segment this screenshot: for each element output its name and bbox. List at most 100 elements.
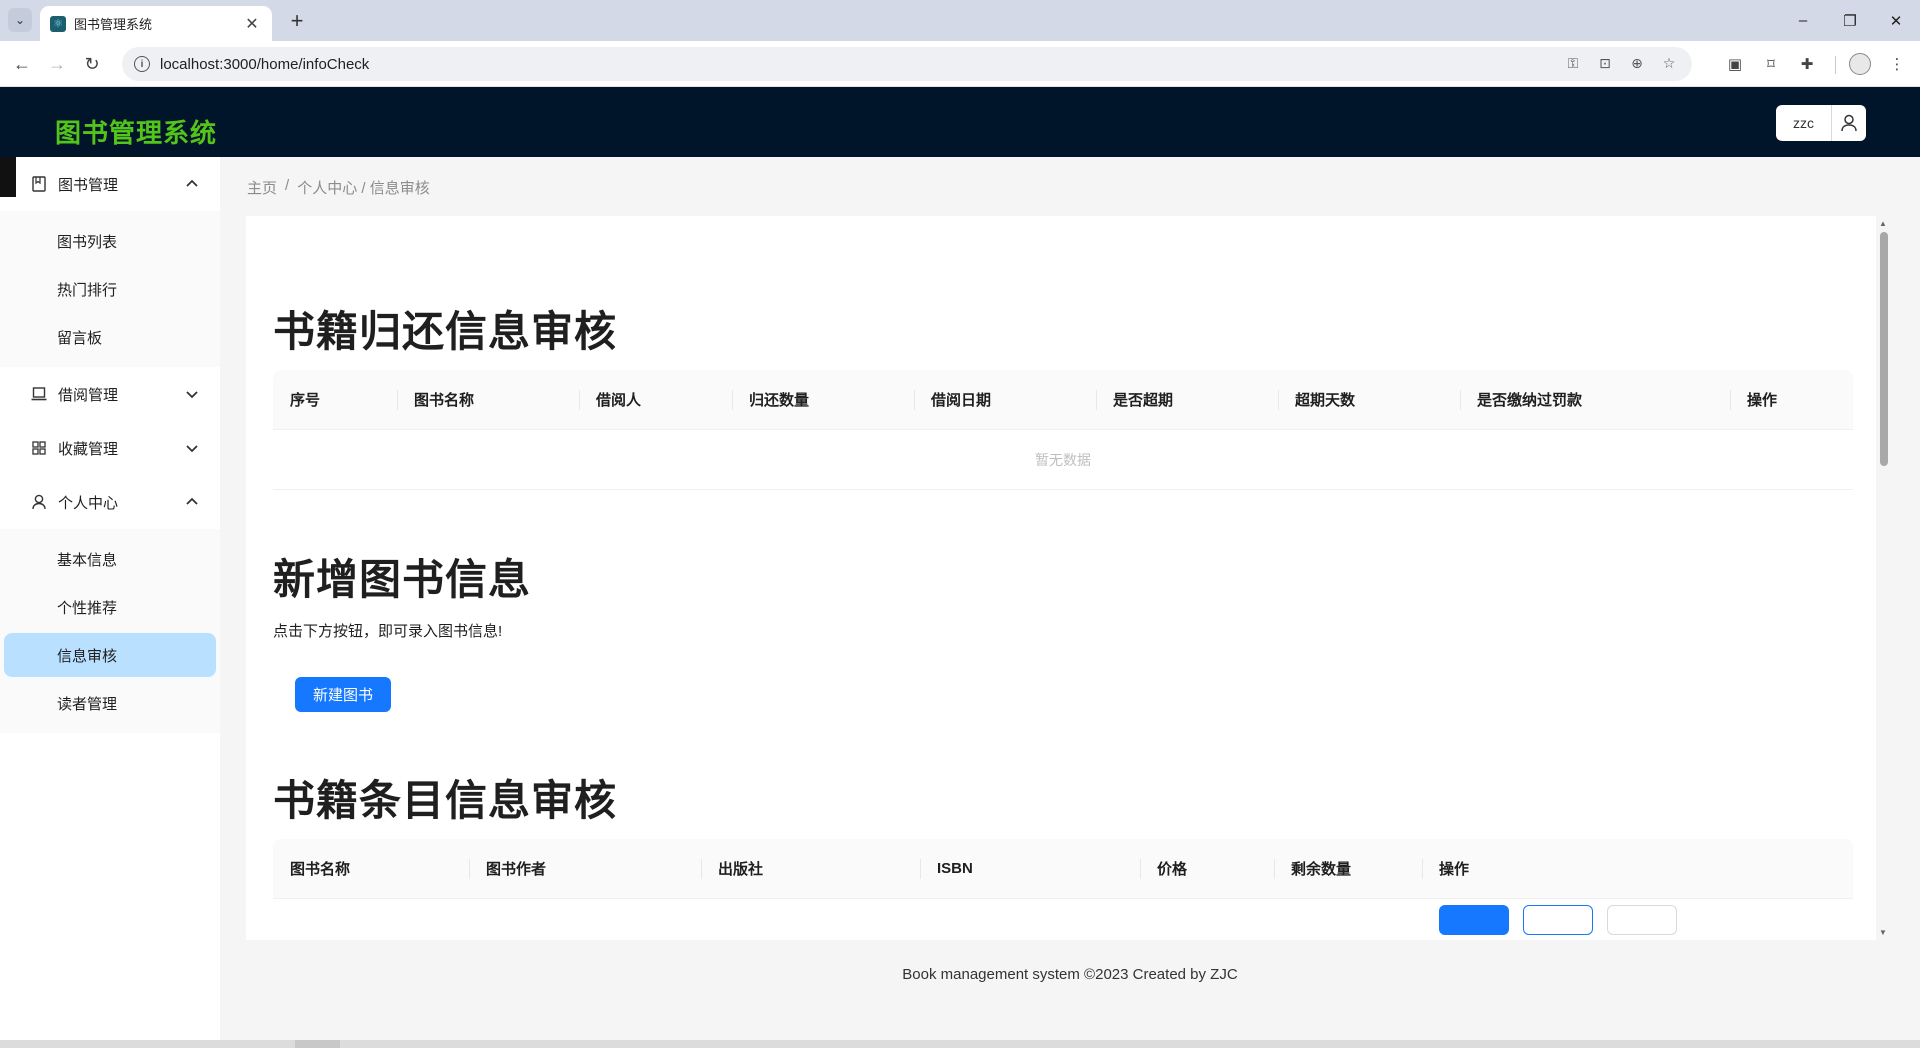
menu-group-label: 图书管理	[58, 176, 119, 194]
menu-group-label: 借阅管理	[58, 386, 119, 404]
book-icon	[30, 176, 48, 192]
submenu-book-management: 图书列表 热门排行 留言板	[0, 211, 220, 367]
column-header: 剩余数量	[1274, 839, 1422, 898]
details-button[interactable]	[1439, 905, 1509, 935]
table-header: 图书名称 图书作者 出版社 ISBN 价格 剩余数量 操作	[273, 839, 1853, 899]
chevron-up-icon	[186, 494, 198, 511]
breadcrumb-separator: /	[285, 177, 290, 194]
menu-group-borrow-management[interactable]: 借阅管理	[0, 367, 220, 421]
restore-button[interactable]: ❐	[1827, 0, 1873, 41]
forward-arrow-icon[interactable]: →	[45, 52, 69, 76]
delete-button[interactable]	[1607, 905, 1677, 935]
menu-group-favorites-management[interactable]: 收藏管理	[0, 421, 220, 475]
breadcrumb: 主页 / 个人中心 / 信息审核	[247, 177, 430, 198]
menu-group-label: 收藏管理	[58, 440, 119, 458]
user-icon	[30, 494, 48, 510]
app-header: 图书管理系统 zzc	[0, 87, 1920, 157]
cell-actions	[1422, 905, 1853, 939]
column-header: 借阅人	[579, 370, 732, 429]
user-dropdown[interactable]: zzc	[1776, 105, 1866, 141]
catalog-section-title: 书籍条目信息审核	[273, 777, 618, 824]
chevron-down-icon	[186, 386, 198, 403]
add-section-title: 新增图书信息	[273, 556, 532, 603]
extension-icon[interactable]: ▣	[1723, 52, 1747, 76]
menu-group-label: 个人中心	[58, 494, 119, 512]
submenu-personal-center: 基本信息 个性推荐 信息审核 读者管理	[0, 529, 220, 733]
column-header: 出版社	[701, 839, 920, 898]
toolbar-divider	[1835, 56, 1836, 74]
minimize-button[interactable]: –	[1780, 0, 1826, 41]
menu-group-personal-center[interactable]: 个人中心	[0, 475, 220, 529]
column-header: 超期天数	[1278, 370, 1460, 429]
sidebar-item-message-board[interactable]: 留言板	[4, 315, 216, 359]
new-tab-button[interactable]: +	[284, 8, 310, 34]
column-header: 序号	[290, 392, 321, 409]
column-header: 是否缴纳过罚款	[1460, 370, 1730, 429]
breadcrumb-trail: 个人中心 / 信息审核	[297, 180, 430, 197]
column-header: 是否超期	[1096, 370, 1278, 429]
scroll-thumb[interactable]	[1880, 232, 1888, 466]
scroll-segment	[295, 1040, 340, 1048]
sidebar-item-basic-info[interactable]: 基本信息	[4, 537, 216, 581]
reading-list-icon[interactable]: ⌑	[1759, 52, 1783, 76]
close-window-button[interactable]: ✕	[1873, 0, 1919, 41]
more-menu-icon[interactable]: ⋮	[1885, 52, 1909, 76]
return-info-table: 序号 图书名称 借阅人 归还数量 借阅日期 是否超期 超期天数 是否缴纳过罚款 …	[273, 370, 1853, 490]
column-header: 图书名称	[290, 861, 351, 878]
column-header: 操作	[1730, 370, 1853, 429]
browser-toolbar: ← → ↻ i localhost:3000/home/infoCheck ⚿ …	[0, 41, 1920, 87]
content-scrollbar[interactable]: ▲ ▼	[1876, 216, 1892, 940]
breadcrumb-home[interactable]: 主页	[247, 177, 277, 198]
username-label[interactable]: zzc	[1776, 105, 1832, 141]
new-book-button[interactable]: 新建图书	[295, 677, 391, 712]
reload-icon[interactable]: ↻	[80, 52, 104, 76]
content-card: 书籍归还信息审核 序号 图书名称 借阅人 归还数量 借阅日期 是否超期 超期天数…	[246, 216, 1892, 940]
address-bar[interactable]: i localhost:3000/home/infoCheck ⚿ ⊡ ⊕ ☆	[122, 47, 1692, 81]
table-row	[273, 899, 1853, 939]
react-favicon-icon: ⚛	[50, 15, 66, 32]
puzzle-extensions-icon[interactable]: ✚	[1795, 52, 1819, 76]
sidebar-item-book-list[interactable]: 图书列表	[4, 219, 216, 263]
catalog-info-table: 图书名称 图书作者 出版社 ISBN 价格 剩余数量 操作	[273, 839, 1853, 939]
column-header: 价格	[1140, 839, 1274, 898]
sidebar-menu: 图书管理 图书列表 热门排行 留言板 借阅管理 收藏管理 个人中心 基本信息 个…	[0, 157, 220, 1048]
sidebar-item-hot-ranking[interactable]: 热门排行	[4, 267, 216, 311]
chevron-up-icon	[186, 176, 198, 193]
column-header: 归还数量	[732, 370, 914, 429]
tab-search-chevron-icon[interactable]: ⌄	[8, 8, 32, 32]
column-header: 图书作者	[469, 839, 701, 898]
column-header: 图书名称	[397, 370, 579, 429]
page-footer: Book management system ©2023 Created by …	[902, 966, 1238, 983]
column-header: ISBN	[920, 839, 1140, 898]
bookmark-star-icon[interactable]: ☆	[1660, 54, 1678, 72]
profile-avatar[interactable]	[1849, 53, 1871, 75]
omnibox-actions: ⚿ ⊡ ⊕ ☆	[1564, 54, 1678, 72]
approve-button[interactable]	[1523, 905, 1593, 935]
app-logo: 图书管理系统	[55, 118, 218, 148]
table-header: 序号 图书名称 借阅人 归还数量 借阅日期 是否超期 超期天数 是否缴纳过罚款 …	[273, 370, 1853, 430]
chevron-down-icon	[186, 440, 198, 457]
user-icon[interactable]	[1832, 105, 1866, 141]
tab-title: 图书管理系统	[74, 17, 153, 32]
scroll-up-arrow-icon[interactable]: ▲	[1879, 219, 1887, 228]
tab-close-icon[interactable]: ✕	[242, 14, 262, 34]
bottom-scrollbar	[0, 1040, 1920, 1048]
back-arrow-icon[interactable]: ←	[10, 52, 34, 76]
browser-tab[interactable]: ⚛ 图书管理系统 ✕	[40, 6, 272, 41]
password-key-icon[interactable]: ⚿	[1564, 54, 1582, 72]
sidebar-item-info-check[interactable]: 信息审核	[4, 633, 216, 677]
laptop-icon	[30, 387, 48, 401]
scroll-down-arrow-icon[interactable]: ▼	[1879, 928, 1887, 937]
address-url: localhost:3000/home/infoCheck	[160, 55, 370, 73]
column-header: 操作	[1422, 839, 1853, 898]
browser-tabstrip: ⌄ ⚛ 图书管理系统 ✕ + – ❐ ✕	[0, 0, 1920, 41]
return-section-title: 书籍归还信息审核	[273, 308, 618, 355]
site-info-icon[interactable]: i	[134, 56, 150, 72]
zoom-icon[interactable]: ⊕	[1628, 54, 1646, 72]
appstore-icon	[30, 441, 48, 455]
sidebar-item-reader-management[interactable]: 读者管理	[4, 681, 216, 725]
menu-group-book-management[interactable]: 图书管理	[0, 157, 220, 211]
install-app-icon[interactable]: ⊡	[1596, 54, 1614, 72]
table-empty-state: 暂无数据	[273, 430, 1853, 490]
sidebar-item-recommendations[interactable]: 个性推荐	[4, 585, 216, 629]
